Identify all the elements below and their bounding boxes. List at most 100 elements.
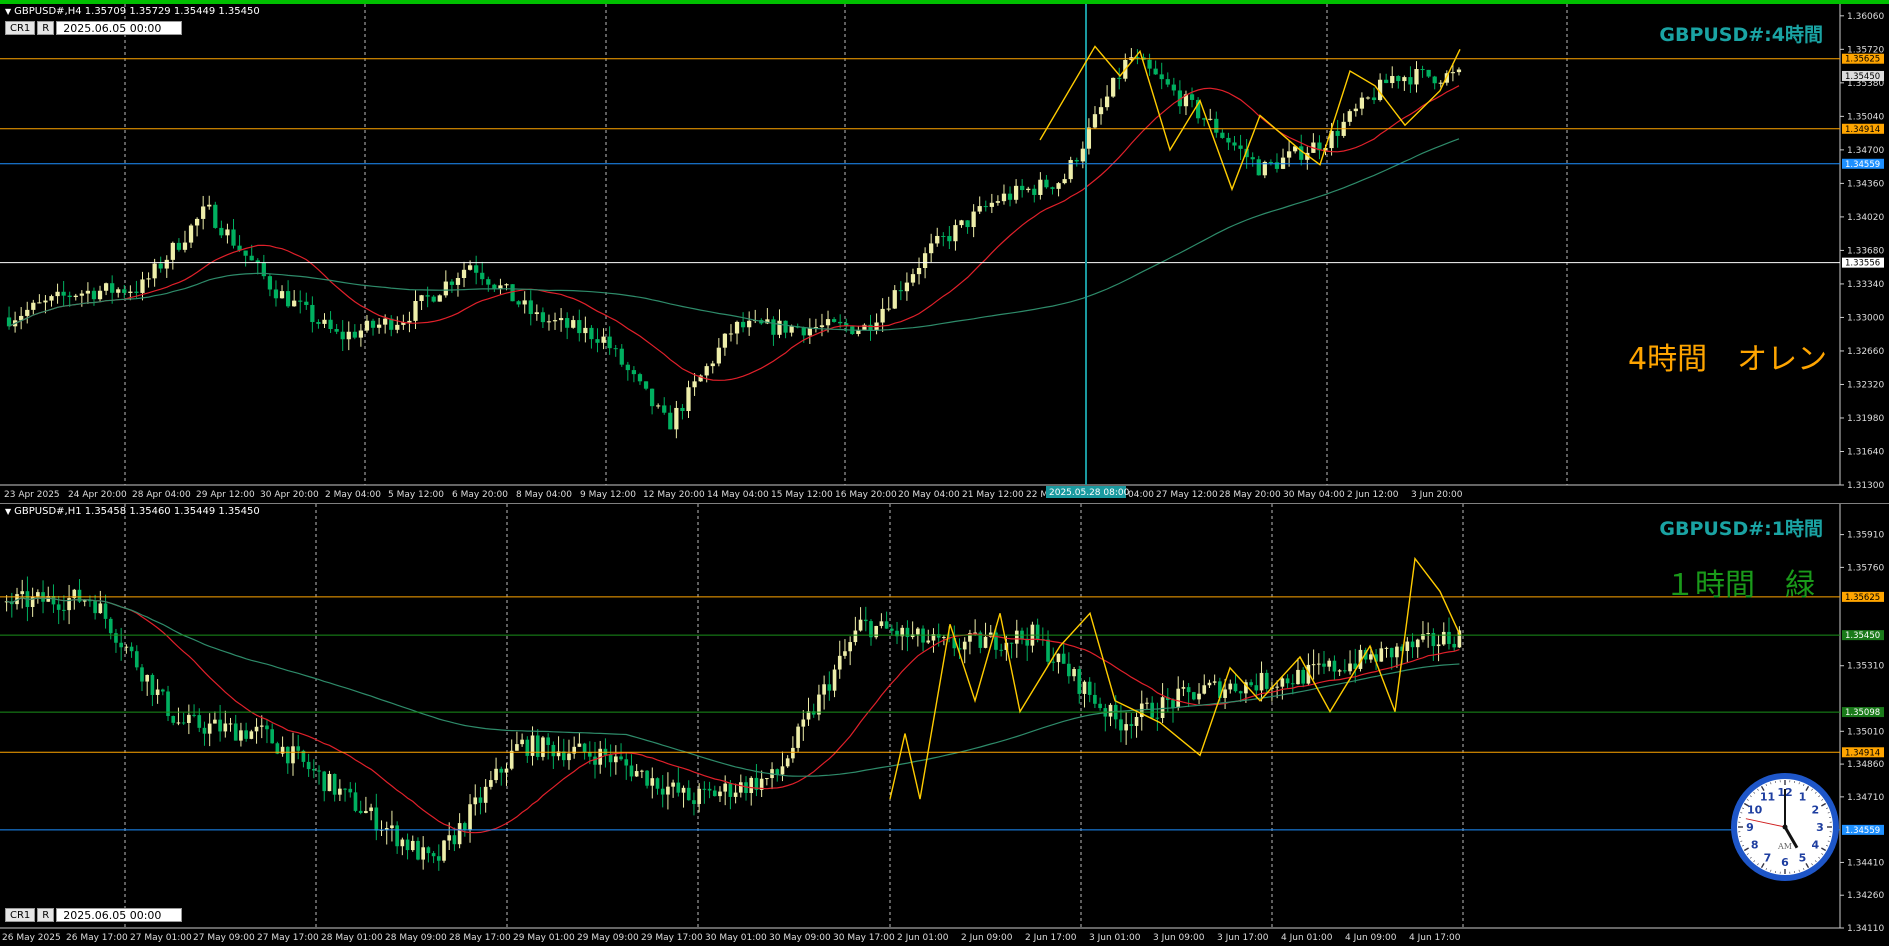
h4-candle-body <box>983 206 988 208</box>
h1-candle-body <box>1129 724 1134 726</box>
h4-price-label: 1.31300 <box>1847 481 1884 491</box>
h4-candle-body <box>407 320 412 323</box>
h1-candle-body <box>400 839 405 847</box>
h1-candle-body <box>577 743 582 747</box>
h4-candle-body <box>419 295 424 301</box>
h4-candle-body <box>552 320 558 322</box>
h1-candle-body <box>150 674 155 695</box>
h1-candle-body <box>410 840 415 851</box>
h4-candle-body <box>425 295 430 297</box>
h4-chart-canvas[interactable]: 1.360601.357201.353801.350401.347001.343… <box>0 4 1889 503</box>
h1-candle-body <box>712 790 717 797</box>
h1-candle-body <box>567 753 571 761</box>
clock-numeral: 6 <box>1781 856 1789 869</box>
h1-candle-body <box>791 747 795 759</box>
h1-price-label: 1.34410 <box>1847 858 1884 868</box>
h4-candle-body <box>771 319 776 335</box>
h4-candle-body <box>1208 118 1213 120</box>
h4-candle-body <box>116 289 121 293</box>
h4-candle-body <box>1286 151 1292 158</box>
h1-candle-body <box>1337 670 1342 672</box>
h4-candle-body <box>164 259 169 269</box>
h4-candle-body <box>279 291 285 299</box>
h1-candle-body <box>317 770 321 772</box>
h4-candle-body <box>146 278 151 280</box>
h4-candle-body <box>583 327 588 334</box>
h4-candle-body <box>516 301 521 305</box>
h1-candle-body <box>587 752 592 757</box>
h1-candle-body <box>707 788 712 791</box>
h4-candle-body <box>886 308 891 310</box>
h4-candle-body <box>595 339 600 343</box>
collapse-triangle-icon[interactable]: ▼ <box>5 7 11 16</box>
h1-candle-body <box>889 628 894 631</box>
h1-candle-body <box>1124 724 1128 731</box>
r-button[interactable]: R <box>37 21 55 35</box>
h4-candle-body <box>1056 183 1061 189</box>
h4-candle-body <box>971 211 976 228</box>
h4-candle-body <box>1335 130 1340 136</box>
h4-candle-body <box>546 321 552 323</box>
h4-candle-body <box>674 407 679 430</box>
h4-level-label: 1.33556 <box>1845 259 1880 269</box>
h1-candle-body <box>233 723 238 741</box>
h4-candle-body <box>170 242 175 260</box>
h1-candle-body <box>1046 639 1050 662</box>
h4-candle-body <box>1256 159 1261 176</box>
collapse-triangle-icon[interactable]: ▼ <box>5 507 11 516</box>
h4-chart-pane[interactable]: 1.36060 1.35720 1.35380 1.35040 1.34700 1.343… <box>0 0 1889 503</box>
h4-price-label: 1.34700 <box>1847 146 1884 156</box>
h1-candle-body <box>62 609 66 611</box>
h1-candle-body <box>1207 682 1212 686</box>
h1-candle-body <box>666 786 670 795</box>
datetime-field[interactable]: 2025.06.05 00:00 <box>56 908 183 922</box>
h1-candle-body <box>1223 689 1227 698</box>
h1-candle-body <box>1415 639 1420 648</box>
h4-candle-body <box>61 291 66 296</box>
h1-candle-body <box>244 730 248 739</box>
h1-candle-body <box>228 723 233 725</box>
h4-candle-body <box>1408 77 1413 85</box>
h4-candle-body <box>1147 59 1152 69</box>
clock-numeral: 8 <box>1751 839 1759 852</box>
h1-time-label: 27 May 17:00 <box>257 933 319 943</box>
h4-candle-body <box>929 243 934 254</box>
h4-candle-body <box>285 291 291 307</box>
h4-time-label: 12 May 20:00 <box>643 490 705 500</box>
h1-candle-body <box>629 765 634 777</box>
h4-candle-body <box>1062 179 1067 184</box>
h4-zigzag-line <box>1039 45 1461 192</box>
h4-candle-body <box>1007 193 1013 200</box>
h1-candle-body <box>1384 647 1389 649</box>
h4-candle-body <box>1438 82 1443 84</box>
cr1-button[interactable]: CR1 <box>5 908 36 922</box>
h4-candle-body <box>807 327 812 336</box>
h4-candle-body <box>304 301 309 305</box>
h4-toolbar: CR1 R 2025.06.05 00:00 <box>5 21 183 35</box>
h1-chart-canvas[interactable]: 1.35910 1.35760 1.35310 1.35010 1.34860 1.347… <box>0 504 1889 946</box>
h4-candle-body <box>158 263 163 269</box>
h4-candle-body <box>1299 146 1304 160</box>
cr1-button[interactable]: CR1 <box>5 21 36 35</box>
h4-candle-body <box>49 296 54 301</box>
h4-candle-body <box>1202 118 1207 120</box>
h1-time-label: 29 May 09:00 <box>577 933 639 943</box>
h4-candle-body <box>947 236 952 242</box>
h4-time-label: 2 Jun 12:00 <box>1347 490 1399 500</box>
r-button[interactable]: R <box>37 908 55 922</box>
h4-candle-body <box>1086 127 1092 149</box>
h1-chart-pane[interactable]: 1.35910 1.35760 1.35310 1.35010 1.34860 1.347… <box>0 503 1889 946</box>
h1-candle-body <box>181 722 186 724</box>
h1-candle-body <box>468 804 472 831</box>
h4-candle-body <box>437 295 442 302</box>
h1-candle-body <box>457 823 462 845</box>
h4-candle-body <box>358 330 364 338</box>
h4-candle-body <box>413 300 418 321</box>
h4-candle-body <box>25 309 30 316</box>
h1-candle-body <box>374 807 379 831</box>
h1-level-label: 1.35450 <box>1845 631 1880 641</box>
h1-candle-body <box>1134 716 1139 726</box>
h4-candle-body <box>1092 114 1098 128</box>
datetime-field[interactable]: 2025.06.05 00:00 <box>56 21 183 35</box>
h4-candle-body <box>607 336 612 349</box>
